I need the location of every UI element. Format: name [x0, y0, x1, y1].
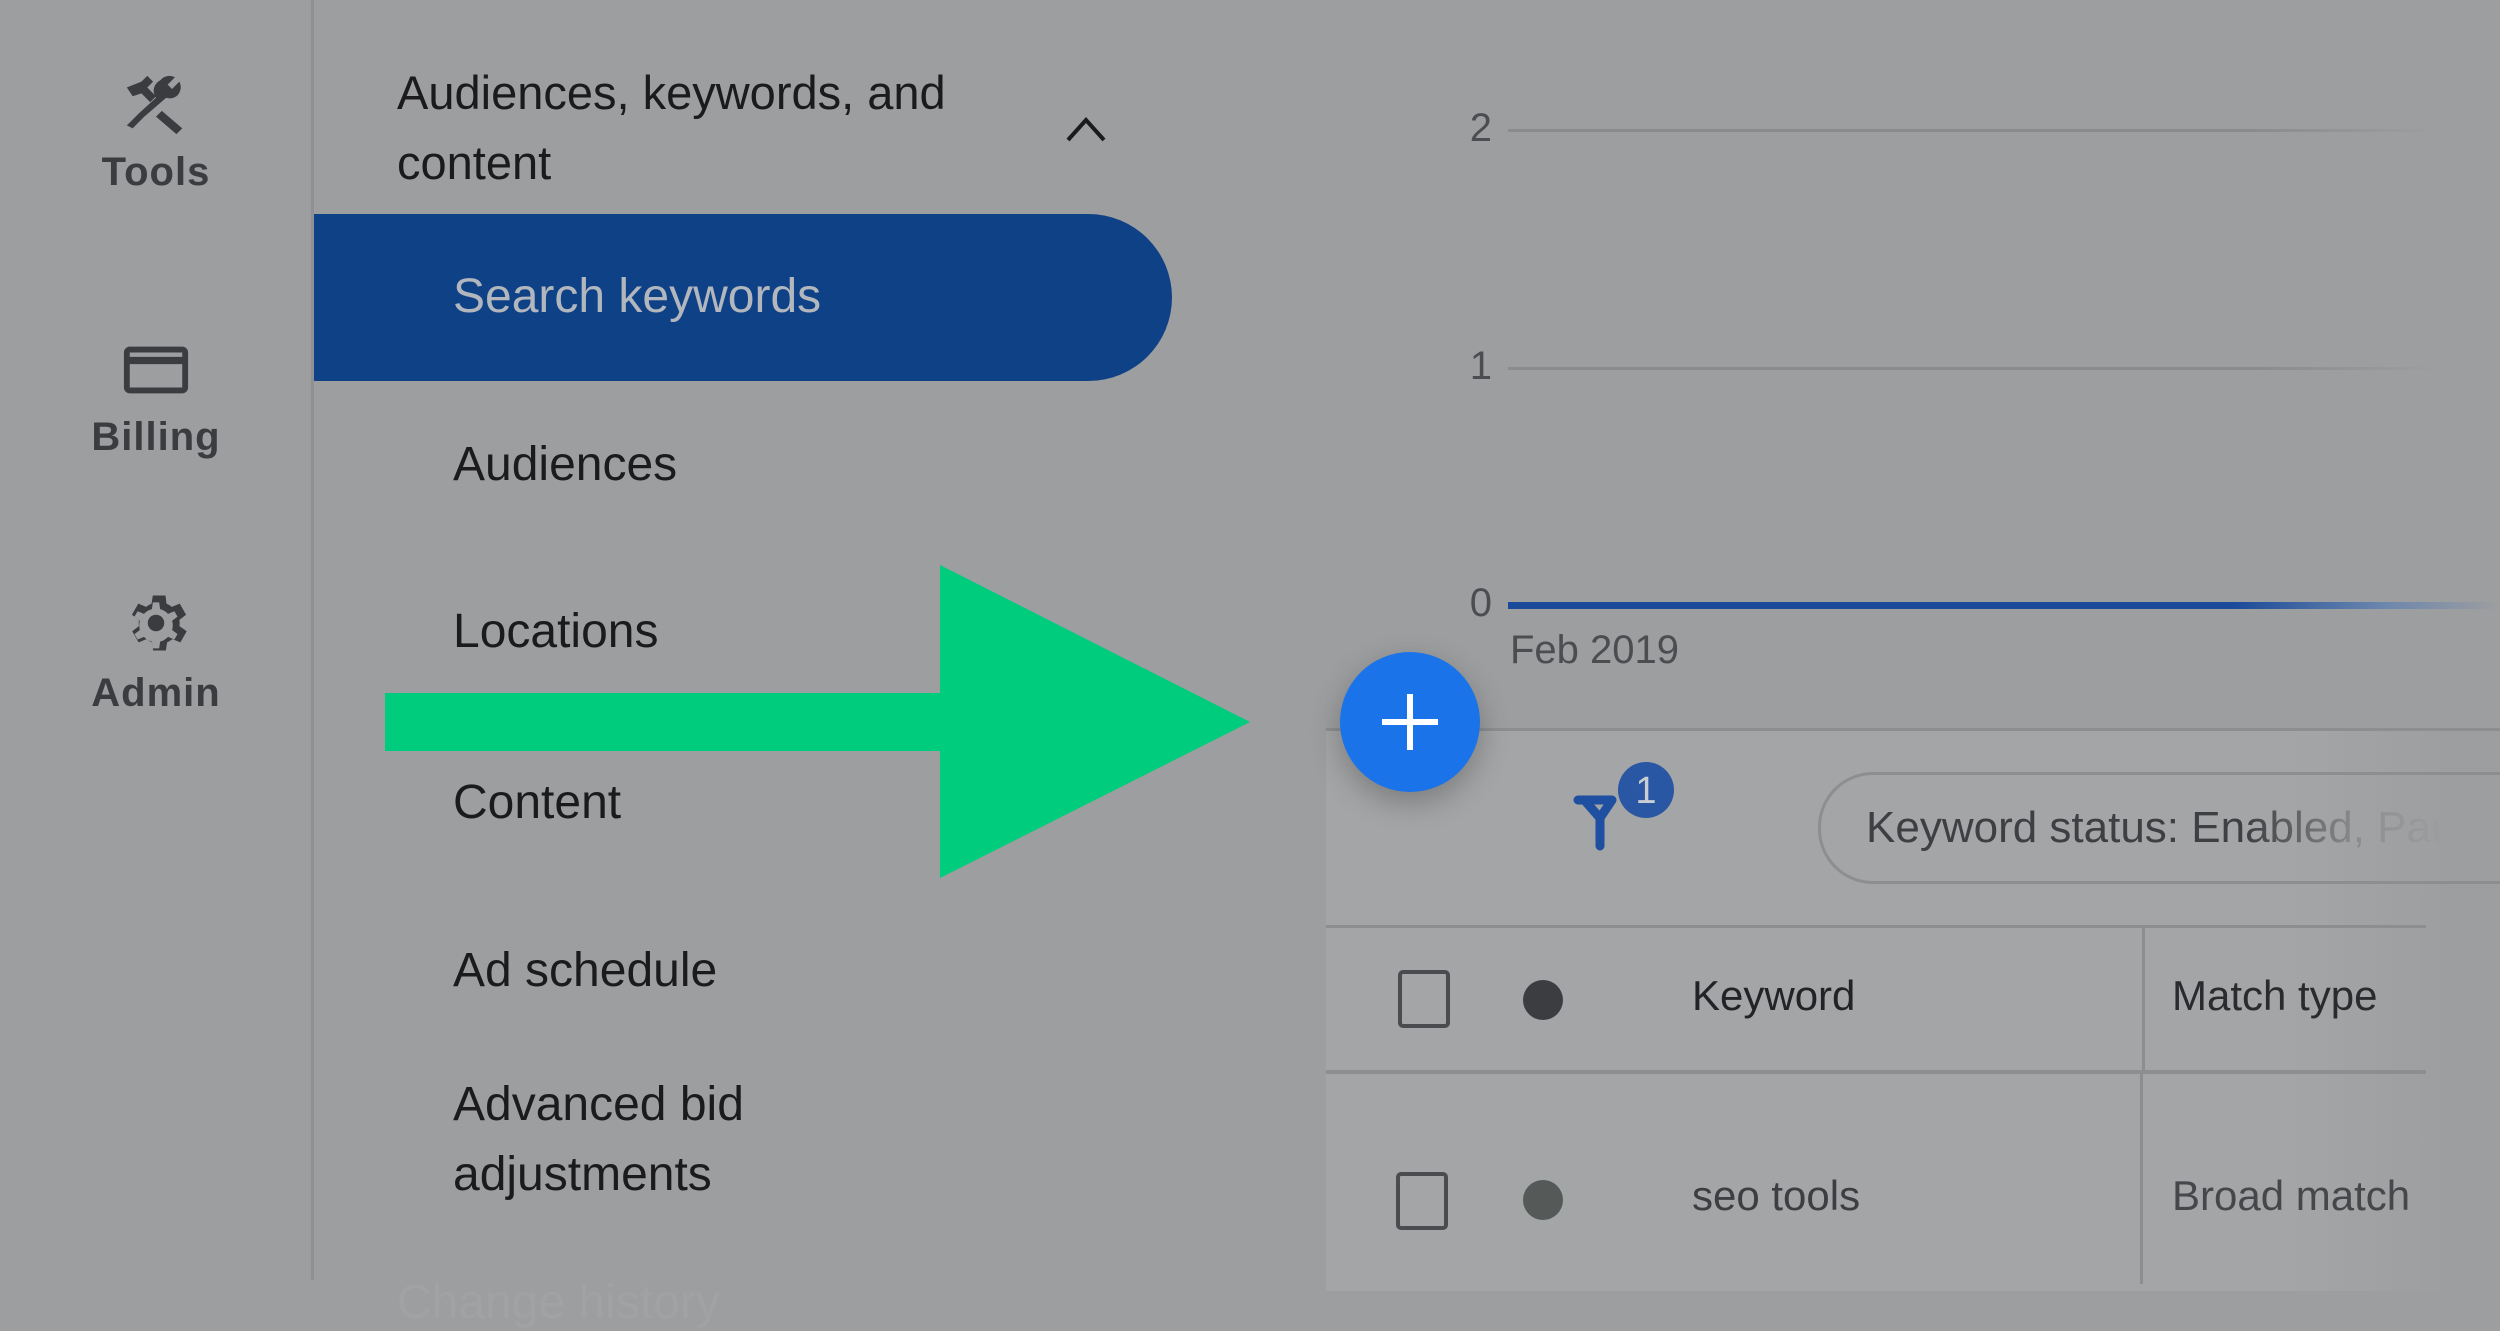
row-checkbox[interactable]	[1396, 1172, 1448, 1230]
rail-item-tools[interactable]: Tools	[0, 70, 312, 195]
gridline	[1508, 129, 2438, 132]
nav-item-search-keywords[interactable]: Search keywords	[314, 214, 1172, 381]
nav-item-advanced-bid-adjustments[interactable]: Advanced bid adjustments	[453, 1070, 873, 1210]
nav-item-label: Search keywords	[453, 270, 822, 323]
column-divider	[2140, 1074, 2143, 1284]
filter-count-badge: 1	[1635, 770, 1656, 812]
y-tick-label: 0	[1469, 581, 1492, 625]
rail-divider	[311, 0, 314, 1280]
filter-icon[interactable]: 1	[1560, 760, 1690, 860]
x-tick-label: Feb 2019	[1510, 628, 1680, 672]
rail-item-admin[interactable]: Admin	[0, 585, 312, 716]
nav-item-audiences[interactable]: Audiences	[453, 430, 677, 500]
status-column-icon[interactable]	[1523, 980, 1563, 1020]
table-header-top-border	[1326, 925, 2426, 928]
series-line	[1508, 602, 2500, 609]
match-type-cell: Broad match	[2172, 1172, 2411, 1219]
rail-item-billing[interactable]: Billing	[0, 335, 312, 460]
filter-chip-keyword-status[interactable]: Keyword status: Enabled, Paus	[1818, 772, 2500, 884]
annotation-arrow-icon	[385, 565, 1250, 878]
y-tick-label: 2	[1469, 106, 1492, 150]
select-all-checkbox[interactable]	[1398, 970, 1450, 1028]
table-header-bottom-border	[1326, 1070, 2426, 1074]
filter-chip-label: Keyword status: Enabled, Paus	[1866, 803, 2478, 852]
add-keyword-fab[interactable]	[1340, 652, 1480, 792]
gridline	[1508, 367, 2438, 370]
column-divider[interactable]	[2142, 928, 2145, 1073]
chevron-up-icon[interactable]	[1062, 110, 1110, 146]
nav-item-ad-schedule[interactable]: Ad schedule	[453, 936, 717, 1006]
rail-label-admin: Admin	[91, 671, 221, 715]
tools-icon	[126, 75, 183, 135]
nav-item-change-history[interactable]: Change history	[397, 1275, 720, 1330]
rail-label-billing: Billing	[91, 415, 221, 459]
column-header-keyword[interactable]: Keyword	[1692, 972, 1855, 1020]
status-dot-icon	[1523, 1180, 1563, 1220]
plus-icon	[1382, 694, 1438, 750]
credit-card-icon	[123, 346, 189, 394]
rail-label-tools: Tools	[101, 150, 211, 194]
y-tick-label: 1	[1469, 344, 1492, 388]
icon-rail: Tools Billing Admin	[0, 0, 312, 1331]
column-header-match-type[interactable]: Match type	[2172, 972, 2377, 1020]
gear-icon	[131, 595, 187, 651]
nav-section-header[interactable]: Audiences, keywords, and content	[397, 58, 1037, 198]
keyword-cell[interactable]: seo tools	[1692, 1172, 1860, 1220]
